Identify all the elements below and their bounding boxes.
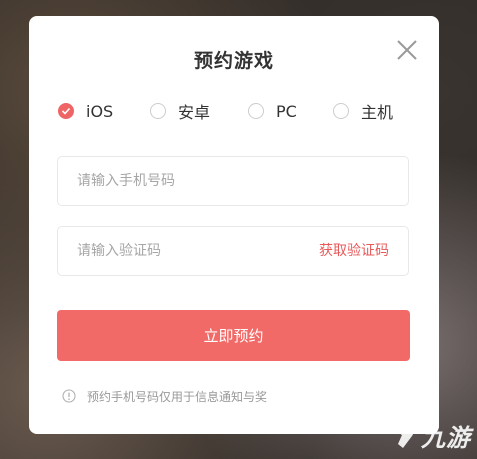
- verification-code-input[interactable]: [77, 227, 297, 275]
- swirl-logo-icon: [398, 423, 414, 448]
- platform-option-android[interactable]: 安卓: [150, 100, 210, 122]
- info-icon: [62, 389, 76, 403]
- watermark: 九游: [393, 418, 471, 453]
- reservation-dialog: 预约游戏 iOS 安卓 PC 主机 获取验证码 立即预约: [29, 16, 439, 434]
- get-code-link[interactable]: 获取验证码: [319, 227, 389, 275]
- phone-input[interactable]: [77, 157, 297, 205]
- dialog-title: 预约游戏: [193, 50, 274, 72]
- radio-checked-icon[interactable]: [58, 103, 74, 119]
- platform-label: PC: [276, 101, 297, 121]
- radio-icon[interactable]: [150, 103, 166, 119]
- watermark-text: 九游: [421, 424, 471, 452]
- reserve-button[interactable]: 立即预约: [57, 310, 410, 361]
- platform-label: 主机: [361, 103, 394, 122]
- notice-text: 预约手机号码仅用于信息通知与奖: [87, 389, 268, 404]
- phone-field: [57, 156, 409, 206]
- platform-label: iOS: [86, 101, 114, 121]
- platform-options: iOS 安卓 PC 主机: [58, 100, 418, 122]
- platform-option-pc[interactable]: PC: [248, 100, 297, 122]
- platform-label: 安卓: [178, 103, 211, 122]
- code-field: 获取验证码: [57, 226, 409, 276]
- platform-option-ios[interactable]: iOS: [58, 100, 113, 122]
- radio-icon[interactable]: [333, 103, 349, 119]
- privacy-notice: 预约手机号码仅用于信息通知与奖: [62, 386, 267, 406]
- radio-icon[interactable]: [248, 103, 264, 119]
- platform-option-console[interactable]: 主机: [333, 100, 393, 122]
